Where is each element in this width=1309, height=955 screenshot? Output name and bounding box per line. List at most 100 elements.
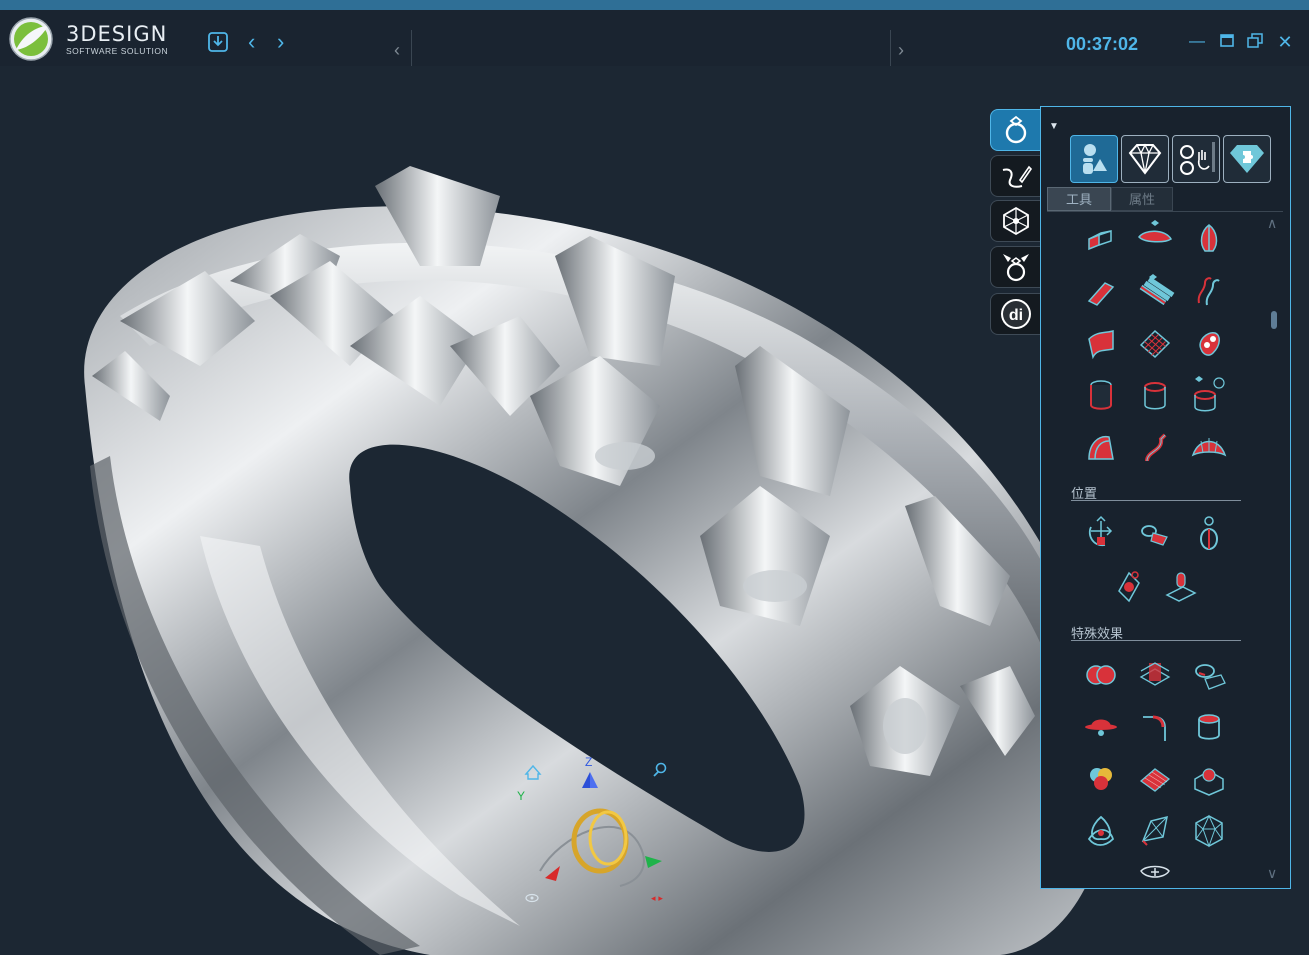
title-bar: 3DESIGN SOFTWARE SOLUTION ‹ › ‹ › 00:37:…	[0, 0, 1309, 66]
texture-icon	[1139, 768, 1171, 792]
category-puzzle[interactable]	[1223, 135, 1271, 183]
move-rotate-icon	[1088, 515, 1113, 547]
layer-cut-tool[interactable]	[1135, 655, 1175, 695]
side-tool-ring[interactable]	[990, 109, 1040, 151]
patch-tool[interactable]	[1189, 323, 1229, 363]
fillet-icon	[1143, 715, 1166, 741]
side-tool-gems[interactable]	[990, 246, 1040, 288]
divider	[890, 30, 891, 66]
pan-arrows-icon[interactable]: ◂ ▸	[651, 894, 663, 904]
tab-tools[interactable]: 工具	[1047, 187, 1111, 211]
panel-menu-arrow-icon[interactable]: ▼	[1049, 121, 1059, 132]
tool-panel: ▼ 工具 属性 ∧ ∨ 位置 特殊效果	[1040, 106, 1291, 889]
close-icon[interactable]: ✕	[1276, 33, 1294, 51]
surface-tool[interactable]	[1081, 323, 1121, 363]
brand-name: 3DESIGN	[66, 22, 168, 46]
di-icon: di	[1000, 299, 1031, 329]
tab-divider	[1047, 211, 1283, 212]
session-timer: 00:37:02	[1066, 34, 1139, 54]
profile-ring-icon	[1138, 220, 1173, 243]
chevron-right-icon[interactable]: ›	[898, 40, 904, 61]
pipe-curve-tool[interactable]	[1135, 427, 1175, 467]
color-balls-icon	[1090, 768, 1112, 790]
category-rings[interactable]	[1172, 135, 1220, 183]
scroll-down-icon[interactable]: ∨	[1267, 865, 1277, 882]
ring-icon	[1005, 115, 1026, 144]
app-window: 3DESIGN SOFTWARE SOLUTION ‹ › ‹ › 00:37:…	[0, 0, 1309, 955]
section-divider	[1071, 640, 1241, 641]
grid-surface-icon	[1139, 329, 1171, 359]
shell-icon	[1198, 714, 1220, 740]
revolve-tool[interactable]	[1189, 219, 1229, 259]
place-on-ring-icon	[1200, 516, 1218, 550]
redo-chevron-right-icon[interactable]: ›	[277, 31, 284, 53]
array-sweep-tool[interactable]	[1135, 271, 1175, 311]
fan-surface-icon	[1191, 438, 1227, 457]
boolean-union-tool[interactable]	[1081, 655, 1121, 695]
knot-tool[interactable]	[1081, 811, 1121, 851]
brand-subtitle: SOFTWARE SOLUTION	[66, 46, 169, 56]
divider	[411, 30, 412, 66]
fan-surface-tool[interactable]	[1189, 427, 1229, 467]
restore-icon[interactable]	[1246, 33, 1264, 51]
puzzle-diamond-icon	[1230, 145, 1264, 173]
project-tool[interactable]	[1189, 655, 1229, 695]
grid-surface-tool[interactable]	[1135, 323, 1175, 363]
undo-chevron-left-icon[interactable]: ‹	[248, 31, 255, 53]
boolean-union-icon	[1086, 665, 1116, 685]
section-divider	[1071, 500, 1241, 501]
polyhedron-tool[interactable]	[1189, 811, 1229, 851]
tube-tool[interactable]	[1135, 375, 1175, 415]
category-gems[interactable]	[1121, 135, 1169, 183]
minimize-icon[interactable]: —	[1188, 33, 1206, 51]
side-tool-di[interactable]: di	[990, 293, 1040, 335]
rings-hand-icon	[1180, 142, 1215, 175]
ring-gems-icon	[1002, 254, 1029, 282]
double-rail-tool[interactable]	[1189, 271, 1229, 311]
cylinder-tool[interactable]	[1081, 375, 1121, 415]
mesh-network-icon	[1002, 206, 1029, 236]
revolve-icon	[1200, 224, 1218, 252]
profile-tool[interactable]	[1135, 219, 1175, 259]
chevron-left-icon[interactable]: ‹	[394, 40, 400, 61]
emboss-icon	[1194, 768, 1224, 796]
shapes-icon	[1083, 144, 1107, 174]
category-shapes[interactable]	[1070, 135, 1118, 183]
side-tool-mesh[interactable]	[990, 200, 1040, 242]
move-rotate-tool[interactable]	[1081, 513, 1121, 553]
extrude-tool[interactable]	[1081, 219, 1121, 259]
pen-curve-icon	[1002, 165, 1032, 188]
tab-properties[interactable]: 属性	[1111, 187, 1173, 211]
pipe-curve-icon	[1145, 433, 1167, 462]
texture-tool[interactable]	[1135, 759, 1175, 799]
logo-icon	[9, 17, 53, 61]
sweep-icon	[1087, 282, 1115, 306]
maximize-icon[interactable]	[1218, 33, 1236, 51]
gem-align-icon	[1118, 571, 1140, 603]
shell-tool[interactable]	[1189, 707, 1229, 747]
wire-frame-tool[interactable]	[1135, 811, 1175, 851]
double-rail-icon	[1197, 277, 1220, 306]
save-icon[interactable]	[206, 30, 230, 54]
gem-setting-tool[interactable]	[1189, 375, 1229, 415]
extrude-icon	[1088, 229, 1112, 251]
surface-icon	[1088, 329, 1114, 360]
flatten-tool[interactable]	[1081, 707, 1121, 747]
bend-tool[interactable]	[1081, 427, 1121, 467]
patch-icon	[1199, 332, 1220, 356]
scroll-up-icon[interactable]: ∧	[1267, 215, 1277, 232]
side-tool-curve[interactable]	[990, 155, 1040, 197]
drop-on-surface-tool[interactable]	[1161, 565, 1201, 605]
material-color-tool[interactable]	[1081, 759, 1121, 799]
flatten-icon	[1085, 719, 1117, 736]
tube-icon	[1144, 382, 1166, 410]
place-on-ring-tool[interactable]	[1189, 513, 1229, 553]
add-profile-tool[interactable]	[1135, 859, 1175, 887]
scrollbar-thumb[interactable]	[1271, 311, 1277, 329]
knot-icon	[1087, 815, 1115, 846]
emboss-tool[interactable]	[1189, 759, 1229, 799]
fillet-tool[interactable]	[1135, 707, 1175, 747]
snap-tool[interactable]	[1135, 513, 1175, 553]
gem-align-tool[interactable]	[1107, 565, 1147, 605]
sweep-tool[interactable]	[1081, 271, 1121, 311]
